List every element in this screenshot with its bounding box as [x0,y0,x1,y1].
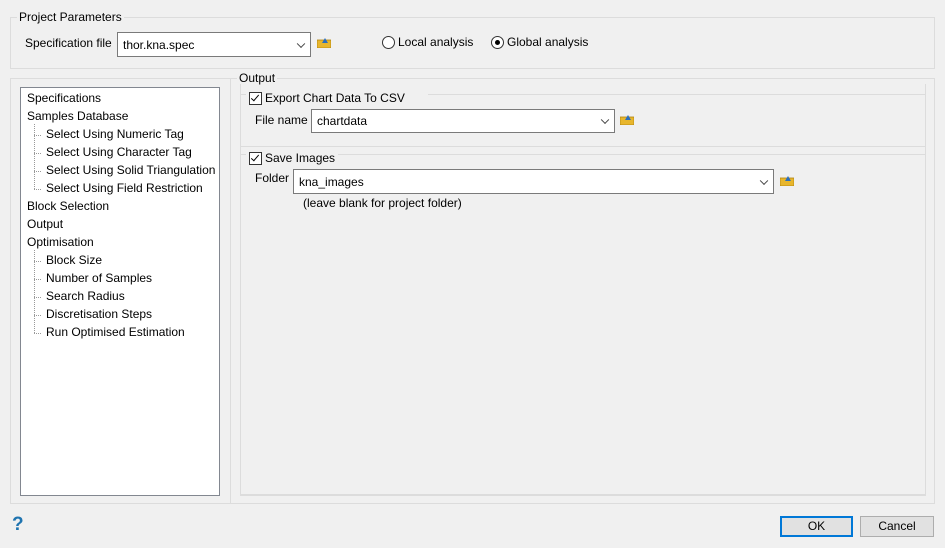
global-analysis-label[interactable]: Global analysis [507,35,588,49]
file-name-value: chartdata [317,114,368,128]
tree-connector [34,189,41,190]
navigation-tree[interactable]: Specifications Samples Database Select Usi… [20,87,220,496]
tree-connector [34,315,41,316]
spec-file-value: thor.kna.spec [123,37,195,52]
tree-connector [34,135,41,136]
tree-connector [34,261,41,262]
tree-item[interactable]: Search Radius [46,289,125,303]
local-analysis-label[interactable]: Local analysis [398,35,473,49]
chevron-down-icon[interactable] [600,115,610,125]
tree-item[interactable]: Samples Database [27,109,128,123]
tree-item[interactable]: Select Using Field Restriction [46,181,203,195]
local-analysis-radio[interactable] [382,36,395,49]
tree-item[interactable]: Select Using Numeric Tag [46,127,184,141]
tree-item[interactable]: Specifications [27,91,101,105]
save-images-checkbox[interactable] [249,152,262,165]
tree-item[interactable]: Select Using Character Tag [46,145,192,159]
folder-combo[interactable]: kna_images [293,169,774,194]
ok-button[interactable]: OK [780,516,853,537]
tree-connector [34,250,35,333]
browse-folder-icon[interactable] [317,37,331,48]
tree-connector [34,333,41,334]
folder-hint: (leave blank for project folder) [303,196,462,210]
tree-item[interactable]: Block Selection [27,199,109,213]
folder-label: Folder [255,171,290,185]
file-name-combo[interactable]: chartdata [311,109,615,133]
tree-item[interactable]: Optimisation [27,235,94,249]
chevron-down-icon[interactable] [759,176,769,185]
chevron-down-icon[interactable] [296,39,306,48]
tree-connector [34,153,41,154]
folder-value: kna_images [299,174,364,189]
output-title: Output [237,71,278,85]
browse-folder-icon[interactable] [780,175,794,186]
tree-item[interactable]: Select Using Solid Triangulation [46,163,215,177]
tree-item[interactable]: Block Size [46,253,102,267]
file-name-label: File name [255,113,308,127]
cancel-button[interactable]: Cancel [860,516,934,537]
export-csv-checkbox[interactable] [249,92,262,105]
export-csv-label[interactable]: Export Chart Data To CSV [265,91,405,105]
save-images-label[interactable]: Save Images [265,151,335,165]
tree-item[interactable]: Output [27,217,63,231]
browse-file-icon[interactable] [620,114,634,125]
tree-item[interactable]: Run Optimised Estimation [46,325,185,339]
spec-file-label: Specification file [25,36,112,50]
tree-item[interactable]: Discretisation Steps [46,307,152,321]
tree-connector [34,297,41,298]
tree-connector [34,124,35,189]
tree-connector [34,279,41,280]
tree-item[interactable]: Number of Samples [46,271,152,285]
global-analysis-radio[interactable] [491,36,504,49]
spec-file-combo[interactable]: thor.kna.spec [117,32,311,57]
project-parameters-title: Project Parameters [17,10,124,24]
help-icon[interactable]: ? [12,514,24,536]
tree-connector [34,171,41,172]
